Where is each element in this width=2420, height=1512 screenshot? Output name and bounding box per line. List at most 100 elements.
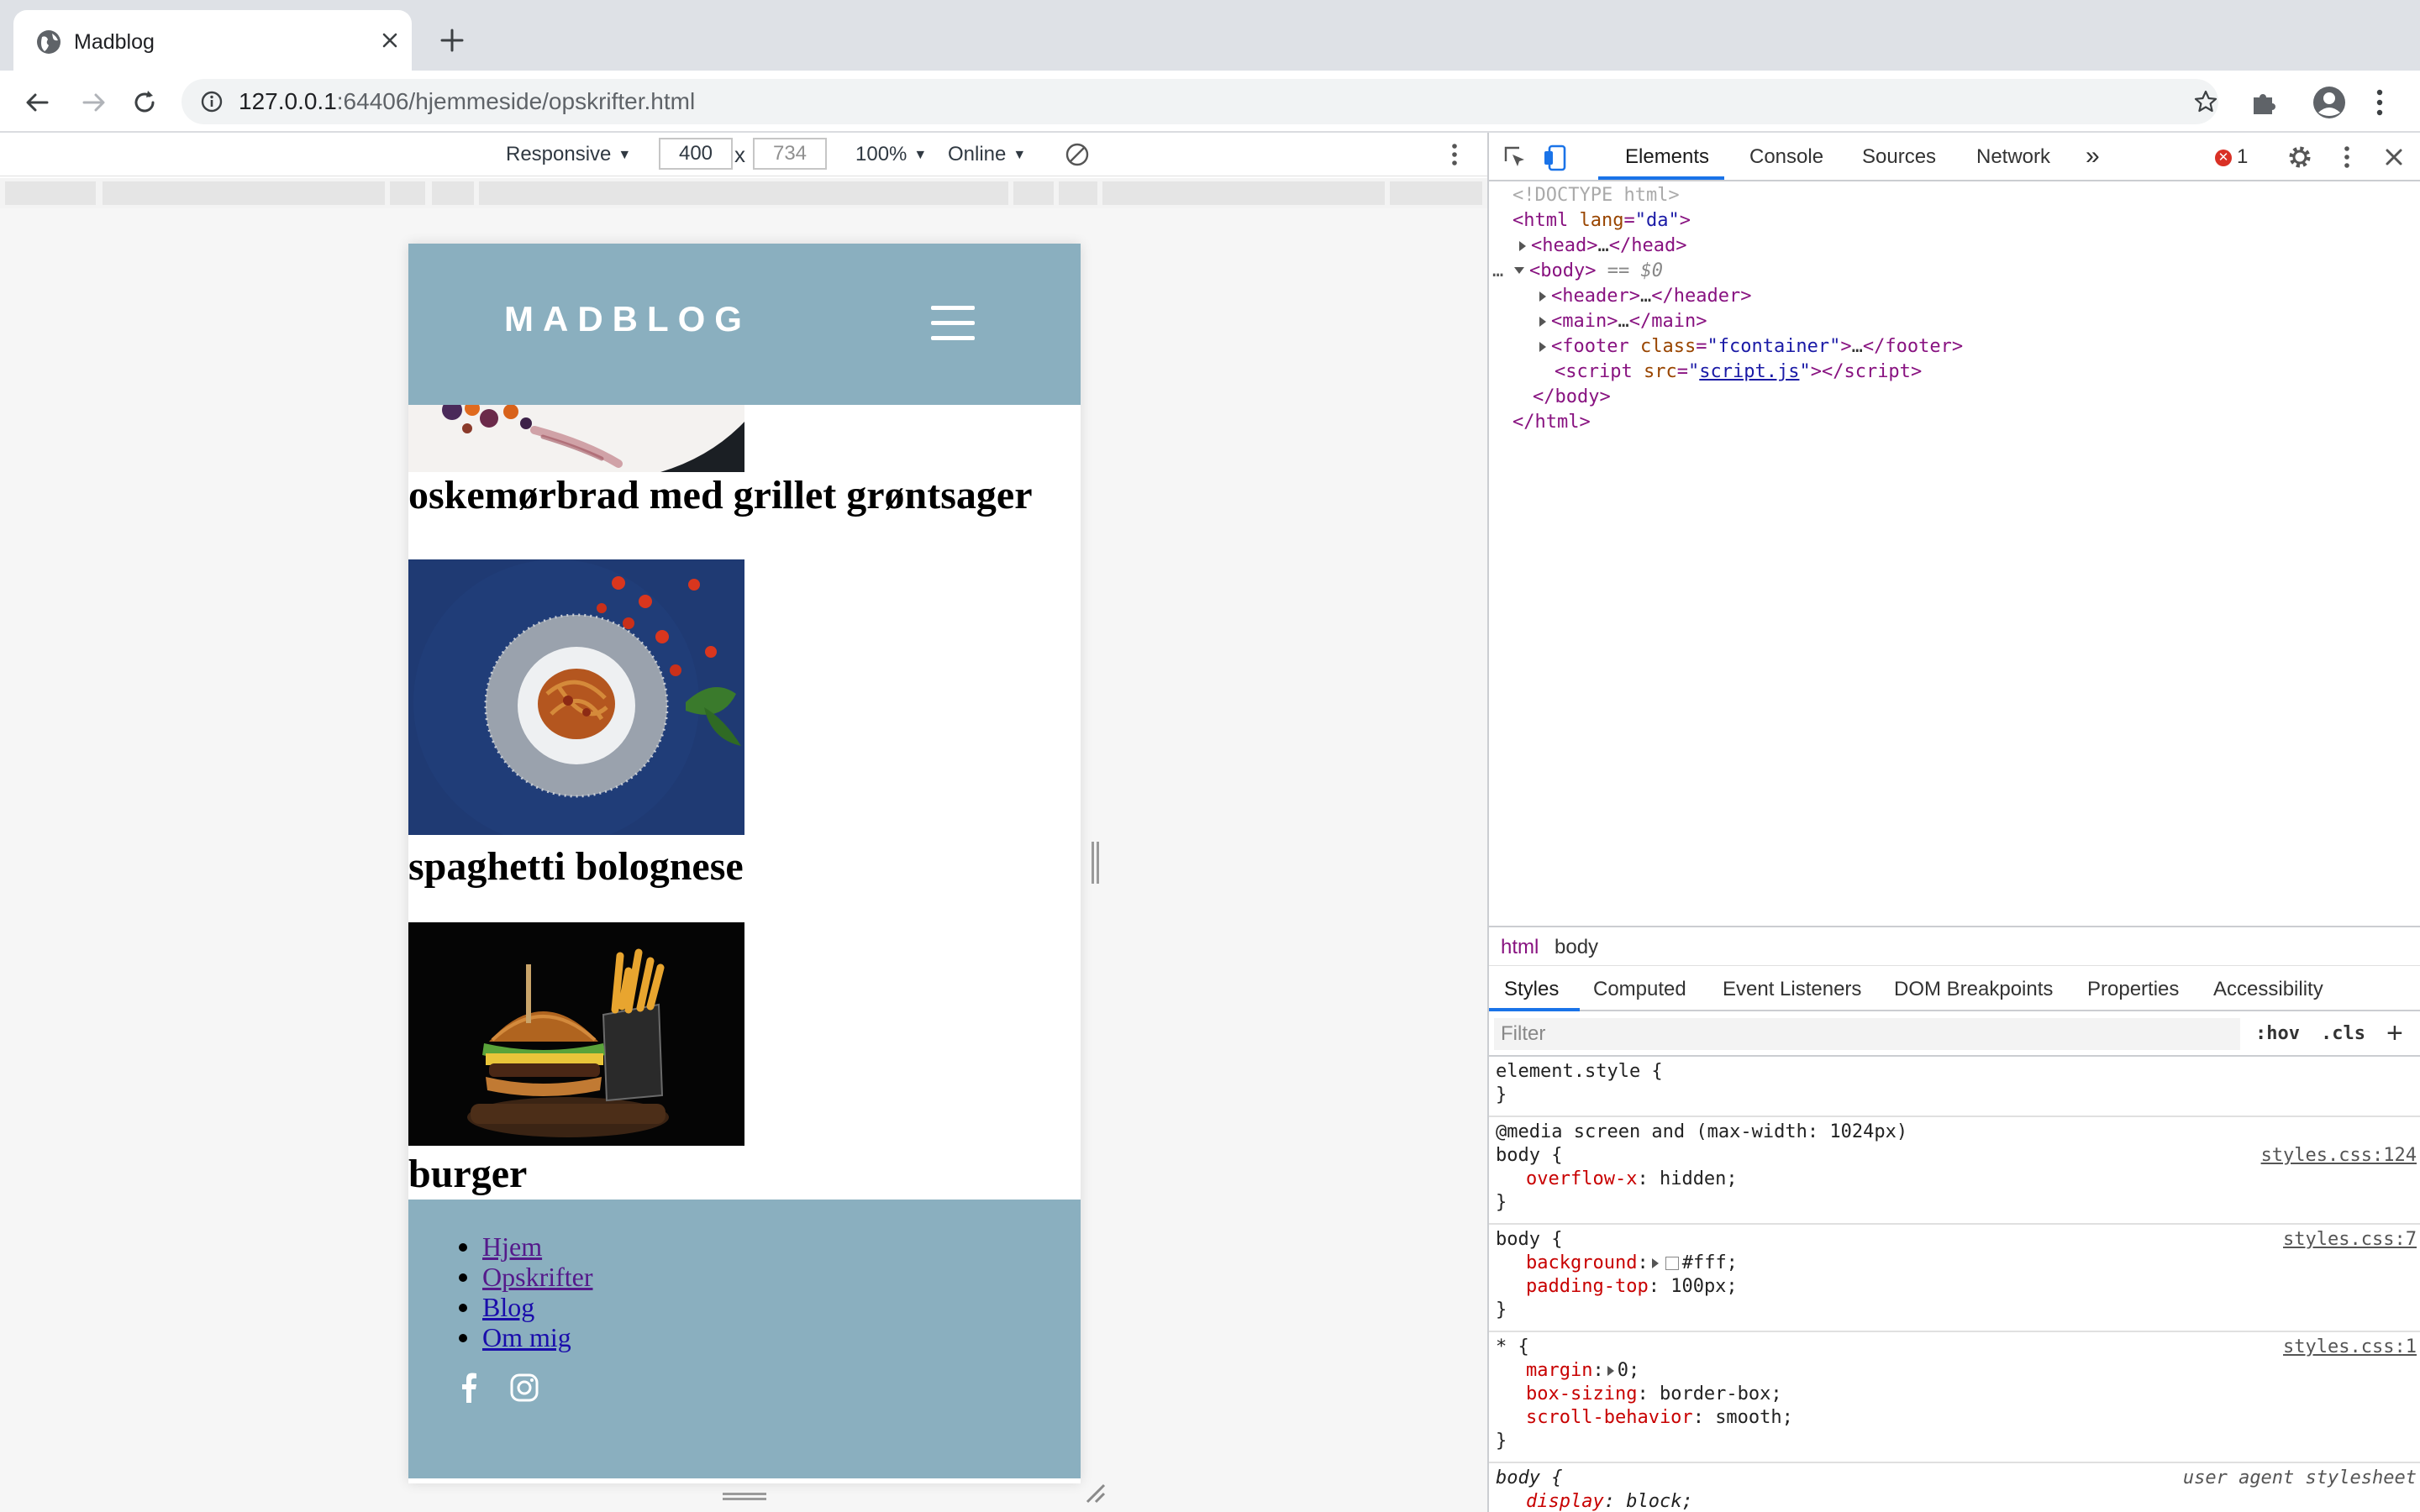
recipe-image-spaghetti[interactable] [408, 559, 744, 835]
style-rule-universal[interactable]: * { styles.css:1 margin: 0; box-sizing: b… [1489, 1332, 2420, 1463]
script-link[interactable]: script.js [1699, 361, 1799, 382]
style-declaration[interactable]: background: #fff; [1496, 1252, 2415, 1275]
media-segment[interactable] [5, 181, 96, 205]
media-segment[interactable] [432, 181, 474, 205]
device-width-input[interactable]: 400 [659, 138, 733, 170]
expand-arrow-icon[interactable] [1519, 241, 1526, 251]
resize-handle-bottom-icon[interactable] [723, 1492, 766, 1502]
expand-shorthand-icon[interactable] [1651, 1258, 1659, 1268]
dom-node-head[interactable]: <head>…</head> [1519, 234, 1686, 259]
device-more-icon[interactable] [1444, 141, 1465, 168]
forward-icon[interactable] [77, 86, 111, 119]
tab-console[interactable]: Console [1749, 143, 1823, 171]
collapse-arrow-icon[interactable] [1514, 267, 1524, 274]
breadcrumb-body[interactable]: body [1555, 934, 1598, 961]
style-rule-user-agent[interactable]: body { user agent stylesheet display: bl… [1489, 1463, 2420, 1512]
media-query-bar[interactable] [0, 178, 1487, 208]
recipe-title[interactable]: oskemørbrad med grillet grøntsager [408, 472, 1033, 519]
style-declaration[interactable]: scroll-behavior: smooth; [1496, 1406, 2415, 1430]
color-swatch[interactable] [1665, 1257, 1679, 1270]
error-counter[interactable]: ✕ 1 [2215, 143, 2248, 171]
inspect-element-icon[interactable] [1501, 143, 1529, 171]
extensions-puzzle-icon[interactable] [2247, 86, 2281, 119]
dom-node-script[interactable]: <script src="script.js"></script> [1555, 360, 1922, 385]
address-bar[interactable]: 127.0.0.1:64406/hjemmeside/opskrifter.ht… [182, 79, 2218, 124]
expand-arrow-icon[interactable] [1539, 342, 1546, 352]
devtools-menu-icon[interactable] [2333, 143, 2361, 171]
tab-network[interactable]: Network [1976, 143, 2050, 171]
footer-link-hjem[interactable]: Hjem [482, 1231, 542, 1262]
new-tab-icon[interactable] [437, 25, 467, 55]
tab-sources[interactable]: Sources [1862, 143, 1936, 171]
instagram-icon[interactable] [508, 1371, 541, 1404]
subtab-computed[interactable]: Computed [1593, 976, 1686, 1003]
dom-node-main[interactable]: <main>…</main> [1539, 309, 1707, 334]
style-declaration[interactable]: overflow-x: hidden; [1496, 1168, 2415, 1191]
resize-corner-icon[interactable] [1084, 1482, 1106, 1504]
class-toggle-button[interactable]: .cls [2321, 1021, 2365, 1047]
media-segment[interactable] [1390, 181, 1482, 205]
subtab-event-listeners[interactable]: Event Listeners [1723, 976, 1861, 1003]
expand-arrow-icon[interactable] [1539, 317, 1546, 327]
zoom-dropdown[interactable]: 100% ▼ [855, 141, 927, 169]
device-height-input[interactable]: 734 [753, 138, 827, 170]
device-toggle-icon[interactable] [1543, 143, 1571, 171]
rule-source-link[interactable]: styles.css:124 [2261, 1144, 2417, 1168]
network-throttle-dropdown[interactable]: Online ▼ [948, 141, 1026, 169]
style-declaration[interactable]: box-sizing: border-box; [1496, 1383, 2415, 1406]
resize-handle-right-icon[interactable] [1091, 842, 1101, 884]
node-actions-icon[interactable]: … [1492, 259, 1503, 284]
footer-link-om-mig[interactable]: Om mig [482, 1322, 571, 1352]
more-tabs-icon[interactable]: » [2086, 143, 2100, 170]
dom-node-html[interactable]: <html lang="da"> [1512, 208, 1691, 234]
media-segment[interactable] [1013, 181, 1054, 205]
style-declaration[interactable]: display: block; [1496, 1490, 2415, 1512]
media-segment[interactable] [390, 181, 425, 205]
responsive-dropdown[interactable]: Responsive ▼ [506, 141, 631, 169]
bookmark-star-icon[interactable] [2193, 89, 2218, 114]
back-icon[interactable] [20, 86, 54, 119]
rule-source-link[interactable]: styles.css:1 [2283, 1336, 2417, 1359]
dom-html-close[interactable]: </html> [1512, 410, 1591, 435]
dom-node-header[interactable]: <header>…</header> [1539, 284, 1751, 309]
close-devtools-icon[interactable] [2380, 143, 2408, 171]
dom-doctype[interactable]: <!DOCTYPE html> [1512, 183, 1680, 208]
settings-gear-icon[interactable] [2286, 143, 2314, 171]
browser-menu-icon[interactable] [2371, 87, 2388, 118]
media-segment[interactable] [479, 181, 1008, 205]
recipe-image-burger[interactable] [408, 922, 744, 1146]
facebook-icon[interactable] [452, 1371, 486, 1404]
style-rule-media-body[interactable]: @media screen and (max-width: 1024px) bo… [1489, 1117, 2420, 1225]
footer-link-opskrifter[interactable]: Opskrifter [482, 1262, 593, 1292]
tab-elements[interactable]: Elements [1625, 143, 1709, 171]
hover-state-button[interactable]: :hov [2255, 1021, 2300, 1047]
reload-icon[interactable] [128, 86, 161, 119]
subtab-accessibility[interactable]: Accessibility [2213, 976, 2323, 1003]
breadcrumb-html[interactable]: html [1501, 934, 1539, 961]
new-rule-button[interactable]: + [2386, 1018, 2403, 1048]
close-tab-icon[interactable] [376, 27, 403, 54]
media-segment[interactable] [1102, 181, 1385, 205]
info-icon[interactable] [200, 90, 224, 113]
styles-filter-input[interactable]: Filter [1494, 1018, 2240, 1050]
style-declaration[interactable]: padding-top: 100px; [1496, 1275, 2415, 1299]
footer-link-blog[interactable]: Blog [482, 1292, 534, 1322]
recipe-title[interactable]: burger [408, 1151, 527, 1198]
expand-shorthand-icon[interactable] [1607, 1366, 1614, 1376]
subtab-properties[interactable]: Properties [2087, 976, 2179, 1003]
media-segment[interactable] [103, 181, 385, 205]
hamburger-menu-icon[interactable] [931, 306, 975, 340]
rule-source-link[interactable]: styles.css:7 [2283, 1228, 2417, 1252]
dom-body-close[interactable]: </body> [1533, 385, 1611, 410]
browser-tab[interactable]: Madblog [13, 10, 412, 71]
dom-node-footer[interactable]: <footer class="fcontainer">…</footer> [1539, 334, 1963, 360]
recipe-image-pork[interactable] [408, 405, 744, 472]
profile-avatar-icon[interactable] [2311, 84, 2348, 121]
media-segment[interactable] [1059, 181, 1097, 205]
expand-arrow-icon[interactable] [1539, 291, 1546, 302]
style-rule-element[interactable]: element.style { } [1489, 1057, 2420, 1117]
site-logo[interactable]: MADBLOG [504, 299, 751, 339]
subtab-dom-breakpoints[interactable]: DOM Breakpoints [1894, 976, 2053, 1003]
rotate-icon[interactable] [1064, 141, 1091, 168]
style-declaration[interactable]: margin: 0; [1496, 1359, 2415, 1383]
